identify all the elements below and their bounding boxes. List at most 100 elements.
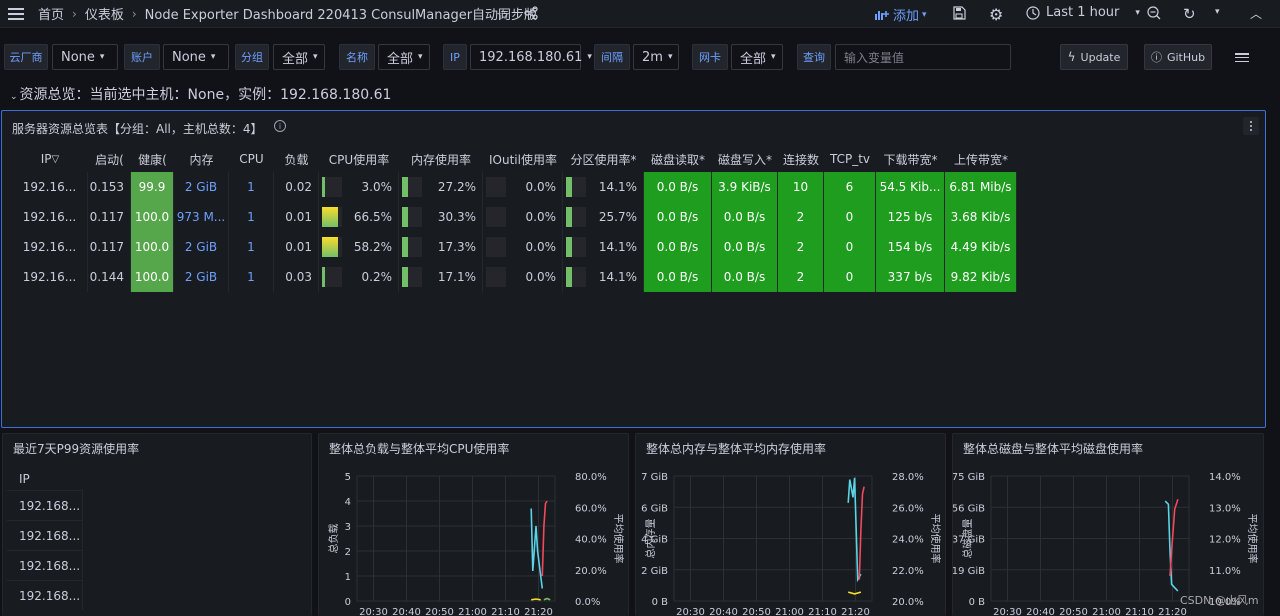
- var-select-ip[interactable]: 192.168.180.61 ▾: [470, 44, 592, 70]
- add-panel-button[interactable]: 添加 ▾: [874, 5, 927, 24]
- info-icon[interactable]: i: [274, 120, 286, 132]
- save-icon[interactable]: [952, 6, 966, 20]
- column-header[interactable]: 连接数: [778, 149, 824, 169]
- var-select-group[interactable]: 全部 ▾: [273, 44, 325, 70]
- var-select-name[interactable]: 全部 ▾: [378, 44, 430, 70]
- breadcrumb-dashboards[interactable]: 仪表板: [85, 4, 124, 23]
- column-header[interactable]: CPU: [229, 149, 274, 169]
- cell-mem[interactable]: 2 GiB: [174, 172, 229, 202]
- cell-cpu[interactable]: 1: [229, 232, 274, 262]
- cell-mem[interactable]: 2 GiB: [174, 262, 229, 292]
- update-button[interactable]: ϟ Update: [1060, 44, 1128, 70]
- cell-text: 0.01: [285, 210, 312, 224]
- gauge-fill: [402, 237, 408, 257]
- cell-cpu[interactable]: 1: [229, 172, 274, 202]
- y-tick-left: 0: [345, 597, 351, 608]
- star-icon[interactable]: ☆: [496, 5, 510, 24]
- cell-text: 1: [247, 210, 255, 224]
- cell-text: 0.153: [89, 180, 124, 194]
- column-header[interactable]: 分区使用率*: [563, 149, 644, 169]
- cell-up: 6.81 Mib/s: [945, 172, 1017, 202]
- var-select-cloud[interactable]: None ▾: [52, 44, 118, 70]
- cell-text: 1: [247, 240, 255, 254]
- refresh-icon[interactable]: ↻: [1183, 5, 1196, 23]
- column-header[interactable]: 内存: [174, 149, 229, 169]
- share-icon[interactable]: [524, 6, 538, 20]
- column-header[interactable]: TCP_tv: [824, 149, 876, 169]
- cell-mem[interactable]: 2 GiB: [174, 232, 229, 262]
- y-tick-left: 0 B: [652, 597, 669, 608]
- cell-ip[interactable]: 192.16...: [12, 202, 88, 232]
- cell-uptime: 0.117: [88, 232, 131, 262]
- column-header[interactable]: 健康(: [131, 149, 174, 169]
- gauge-bar: [566, 237, 586, 257]
- y-axis-label-left: 总磁盘量: [961, 519, 974, 559]
- y-tick-right: 20.0%: [575, 566, 607, 577]
- cell-part-pct: 25.7%: [563, 202, 644, 232]
- time-range-picker[interactable]: Last 1 hour ▾: [1026, 5, 1140, 20]
- x-tick: 21:20: [524, 607, 553, 616]
- var-label-cloud: 云厂商: [4, 44, 48, 70]
- column-header[interactable]: IP ▽: [12, 149, 88, 169]
- github-button[interactable]: ⓘ GitHub: [1144, 44, 1212, 70]
- var-select-account[interactable]: None ▾: [163, 44, 229, 70]
- chevron-down-icon[interactable]: ▾: [1215, 7, 1220, 17]
- y-tick-right: 20.0%: [892, 597, 924, 608]
- zoom-out-icon[interactable]: [1147, 6, 1161, 20]
- update-label: Update: [1080, 50, 1121, 64]
- x-tick: 21:20: [841, 607, 870, 616]
- cell-text: 0.144: [89, 270, 124, 284]
- column-header[interactable]: 磁盘读取*: [644, 149, 712, 169]
- cell-cpu[interactable]: 1: [229, 202, 274, 232]
- column-header[interactable]: 启动(: [88, 149, 131, 169]
- chevron-down-icon: ▾: [667, 52, 673, 62]
- column-header[interactable]: 下载带宽*: [876, 149, 945, 169]
- cell-text: 192.16...: [22, 180, 77, 194]
- var-select-nic[interactable]: 全部 ▾: [731, 44, 783, 70]
- cell-text: 99.9: [138, 180, 166, 194]
- cell-tcp-tw: 0: [824, 262, 876, 292]
- column-header[interactable]: CPU使用率: [319, 149, 399, 169]
- chevron-down-icon: ▾: [210, 52, 216, 62]
- cell-text: 0.02: [285, 180, 312, 194]
- chevron-up-icon[interactable]: ︿: [1250, 5, 1262, 22]
- column-header[interactable]: 负载: [274, 149, 319, 169]
- cell-text: 54.5 Kib...: [879, 180, 941, 194]
- cell-ip[interactable]: 192.16...: [12, 232, 88, 262]
- cell-mem-pct: 27.2%: [399, 172, 483, 202]
- var-label-interval: 间隔: [594, 44, 630, 70]
- filter-icon[interactable]: ▽: [52, 154, 60, 165]
- column-header[interactable]: 内存使用率: [399, 149, 483, 169]
- server-overview-panel: 服务器资源总览表【分组：All，主机总数：4】 i IP ▽ 启动(健康(内存 CP…: [1, 110, 1266, 428]
- cell-uptime: 0.144: [88, 262, 131, 292]
- row-title-text: 资源总览：当前选中主机：None，实例：192.168.180.61: [19, 87, 392, 103]
- breadcrumb-home[interactable]: 首页: [38, 4, 64, 23]
- x-tick: 21:10: [1125, 607, 1154, 616]
- cell-text: 0.2%: [361, 270, 393, 284]
- panel-menu-icon[interactable]: [1243, 117, 1259, 135]
- chevron-right-icon: ›: [131, 6, 137, 21]
- cell-cpu[interactable]: 1: [229, 262, 274, 292]
- gear-icon[interactable]: ⚙: [989, 5, 1003, 24]
- chevron-down-icon: ▾: [1135, 7, 1140, 18]
- column-header[interactable]: 上传带宽*: [945, 149, 1017, 169]
- cell-mem[interactable]: 973 M...: [174, 202, 229, 232]
- table-header-ip[interactable]: IP: [7, 472, 83, 490]
- gauge-fill: [402, 177, 408, 197]
- x-tick: 20:40: [392, 607, 421, 616]
- x-tick: 21:10: [808, 607, 837, 616]
- var-select-interval[interactable]: 2m ▾: [633, 44, 679, 70]
- column-header[interactable]: 磁盘写入*: [712, 149, 778, 169]
- cell-disk-write: 0.0 B/s: [712, 262, 778, 292]
- cell-ip[interactable]: 192.16...: [12, 172, 88, 202]
- row-title[interactable]: ⌄ 资源总览：当前选中主机：None，实例：192.168.180.61: [10, 84, 391, 104]
- gauge-bar: [322, 207, 342, 227]
- menu-icon[interactable]: [1235, 53, 1249, 62]
- column-header[interactable]: IOutil使用率: [483, 149, 563, 169]
- cell-ip[interactable]: 192.16...: [12, 262, 88, 292]
- menu-icon[interactable]: [2, 0, 30, 28]
- cell-tcp-tw: 0: [824, 202, 876, 232]
- cell-text: 192.16...: [22, 240, 77, 254]
- var-query-input[interactable]: 输入变量值: [835, 44, 1011, 70]
- cell-text: 1: [247, 180, 255, 194]
